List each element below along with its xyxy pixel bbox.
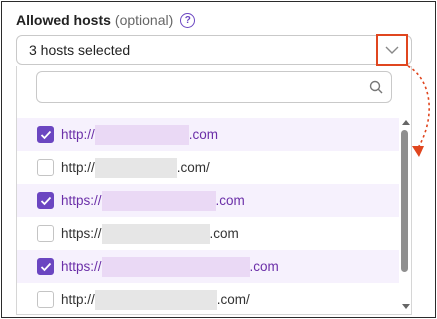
url-prefix: http:// — [61, 292, 95, 307]
checkbox-unchecked[interactable] — [37, 225, 54, 242]
checkbox-unchecked[interactable] — [37, 159, 54, 176]
checkbox-checked[interactable] — [37, 126, 54, 143]
host-url: http:// .com/ — [61, 157, 210, 178]
dropdown-toggle-button[interactable] — [376, 34, 408, 66]
host-url: http:// .com/ — [61, 289, 250, 310]
help-glyph: ? — [184, 14, 191, 26]
url-prefix: http:// — [61, 127, 95, 142]
host-row[interactable]: http:// .com/ — [17, 151, 399, 184]
host-url: https:// .com — [61, 256, 279, 277]
host-row[interactable]: http:// .com — [17, 118, 399, 151]
search-icon — [369, 80, 383, 94]
scrollbar-thumb[interactable] — [401, 130, 408, 272]
checkbox-checked[interactable] — [37, 258, 54, 275]
host-url: http:// .com — [61, 124, 219, 145]
dropdown-panel: http:// .com http:// .com/ https:// .com… — [16, 66, 412, 315]
url-suffix: .com/ — [176, 160, 210, 175]
scroll-down-arrow-icon[interactable] — [402, 304, 410, 309]
scroll-up-arrow-icon[interactable] — [402, 120, 410, 125]
chevron-down-icon — [385, 46, 399, 54]
redacted-host — [94, 157, 177, 178]
url-prefix: http:// — [61, 160, 95, 175]
field-header: Allowed hosts (optional) ? — [16, 10, 196, 30]
checkbox-checked[interactable] — [37, 192, 54, 209]
url-suffix: .com — [215, 193, 245, 208]
checkbox-unchecked[interactable] — [37, 291, 54, 308]
question-circle-icon[interactable]: ? — [180, 12, 196, 28]
redacted-host — [94, 124, 189, 145]
url-prefix: https:// — [61, 193, 102, 208]
url-prefix: https:// — [61, 259, 102, 274]
redacted-host — [101, 223, 210, 244]
host-row[interactable]: https:// .com — [17, 217, 399, 250]
redacted-host — [94, 289, 217, 310]
redacted-host — [101, 256, 250, 277]
host-row[interactable]: http:// .com/ — [17, 283, 399, 316]
check-icon — [40, 130, 51, 139]
check-icon — [40, 262, 51, 271]
optional-label: (optional) — [114, 12, 174, 28]
host-url: https:// .com — [61, 223, 239, 244]
screenshot-frame: Allowed hosts (optional) ? 3 hosts selec… — [1, 1, 436, 318]
redacted-host — [101, 190, 216, 211]
select-value: 3 hosts selected — [29, 42, 131, 58]
url-suffix: .com/ — [216, 292, 250, 307]
url-suffix: .com — [249, 259, 279, 274]
field-label: Allowed hosts — [16, 12, 111, 28]
url-suffix: .com — [188, 127, 219, 142]
url-prefix: https:// — [61, 226, 102, 241]
host-row[interactable]: https:// .com — [17, 184, 399, 217]
hosts-list: http:// .com http:// .com/ https:// .com… — [17, 118, 399, 316]
scrollbar[interactable] — [401, 118, 411, 311]
search-input[interactable] — [36, 71, 392, 103]
hosts-select[interactable]: 3 hosts selected — [16, 34, 412, 66]
host-row[interactable]: https:// .com — [17, 250, 399, 283]
host-url: https:// .com — [61, 190, 245, 211]
url-suffix: .com — [209, 226, 239, 241]
check-icon — [40, 196, 51, 205]
